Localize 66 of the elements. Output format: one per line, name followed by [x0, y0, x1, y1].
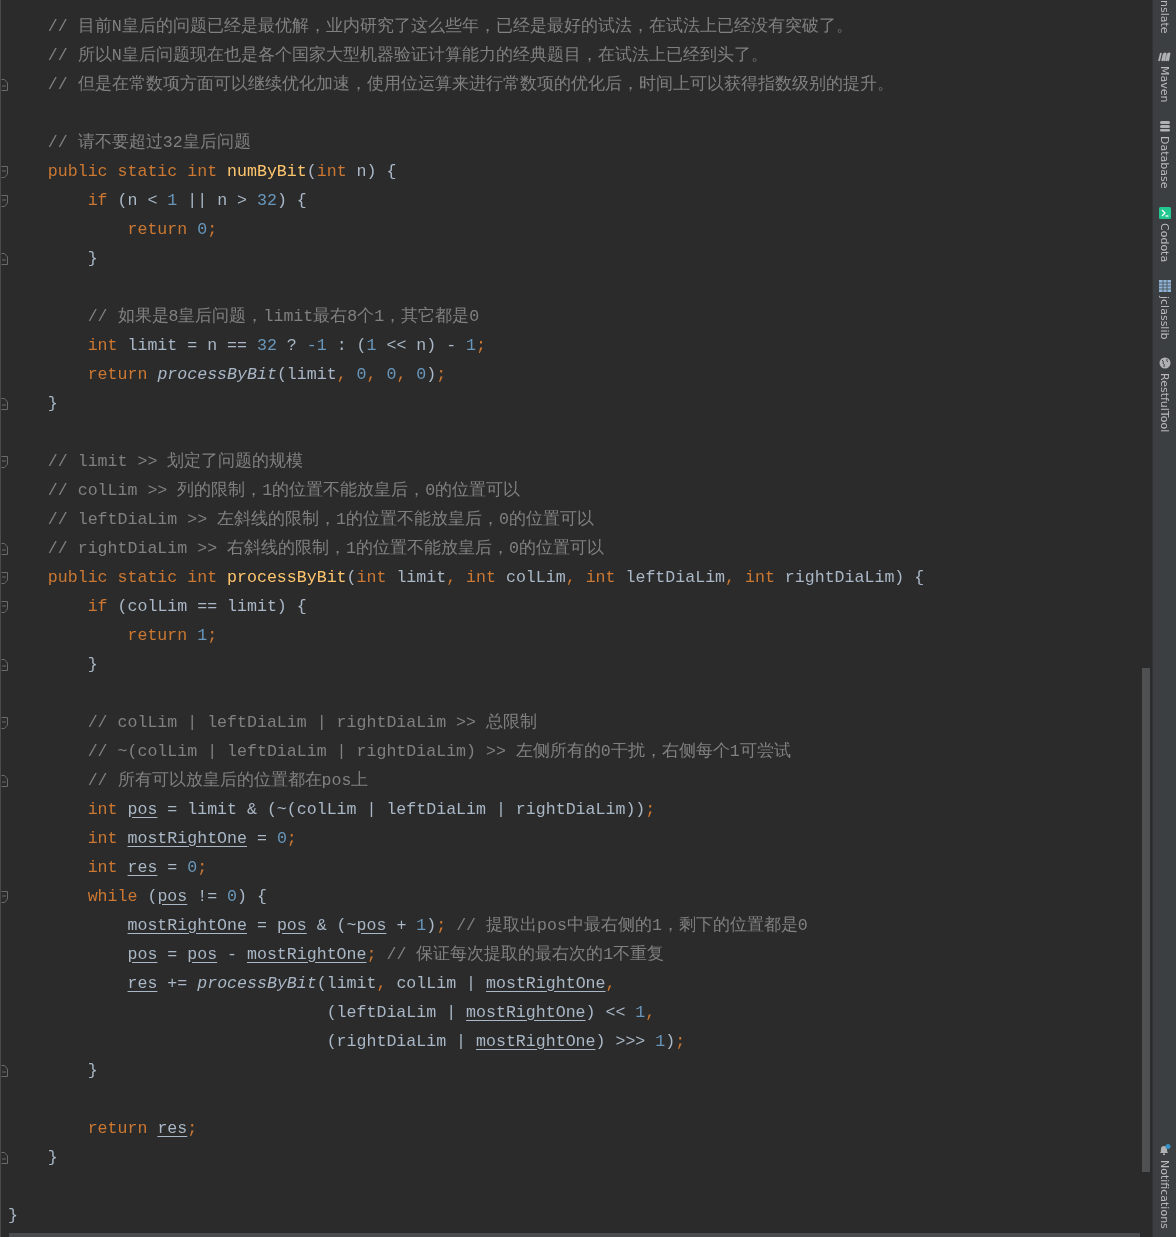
- fold-marker-icon[interactable]: [1, 397, 8, 410]
- code-line: // rightDiaLim >> 右斜线的限制，1的位置不能放皇后，0的位置可以: [46, 538, 604, 559]
- tool-window-tab[interactable]: Notifications: [1153, 1134, 1176, 1237]
- code-line: // 如果是8皇后问题，limit最右8个1，其它都是0: [86, 306, 480, 327]
- fold-marker-icon[interactable]: [1, 542, 8, 555]
- code-line: }: [86, 654, 98, 675]
- tool-window-tab[interactable]: Maven: [1153, 41, 1176, 111]
- fold-marker-icon[interactable]: [1, 252, 8, 265]
- code-line: pos = pos - mostRightOne; // 保证每次提取的最右次的1不重复: [126, 944, 665, 965]
- code-line: return 0;: [126, 219, 218, 240]
- database-icon: [1158, 120, 1171, 133]
- code-line: // 所以N皇后问题现在也是各个国家大型机器验证计算能力的经典题目，在试法上已经到头了。: [46, 45, 768, 66]
- code-line: (rightDiaLim | mostRightOne) >>> 1);: [325, 1031, 686, 1052]
- code-line: int limit = n == 32 ? -1 : (1 << n) - 1;: [86, 335, 487, 356]
- code-line: }: [46, 393, 58, 414]
- globe-icon: [1158, 357, 1171, 370]
- code-line: public static int processByBit(int limit, int colLim, int leftDiaLim, int rightDiaLim) {: [46, 567, 925, 588]
- code-line: mostRightOne = pos & (~pos + 1); // 提取出pos中最右侧的1，剩下的位置都是0: [126, 915, 808, 936]
- code-line: int res = 0;: [86, 857, 208, 878]
- code-line: int mostRightOne = 0;: [86, 828, 297, 849]
- tool-window-tab[interactable]: Codota: [1153, 196, 1176, 270]
- code-line: // 所有可以放皇后的位置都在pos上: [86, 770, 369, 791]
- code-line: int pos = limit & (~(colLim | leftDiaLim | rightDiaLim));: [86, 799, 656, 820]
- fold-marker-icon[interactable]: [1, 1064, 8, 1077]
- code-line: // leftDiaLim >> 左斜线的限制，1的位置不能放皇后，0的位置可以: [46, 509, 595, 530]
- code-line: // 目前N皇后的问题已经是最优解，业内研究了这么些年，已经是最好的试法，在试法上已经没有突破了。: [46, 16, 853, 37]
- code-line: if (n < 1 || n > 32) {: [86, 190, 307, 211]
- code-line: while (pos != 0) {: [86, 886, 267, 907]
- code-line: return processByBit(limit, 0, 0, 0);: [86, 364, 447, 385]
- grid-icon: [1158, 279, 1171, 292]
- code-line: return res;: [86, 1118, 198, 1139]
- code-line: // 请不要超过32皇后问题: [46, 132, 251, 153]
- fold-marker-icon[interactable]: [1, 78, 8, 91]
- code-line: }: [86, 1060, 98, 1081]
- code-line: }: [8, 1205, 18, 1226]
- code-line: res += processByBit(limit, colLim | mostRightOne,: [126, 973, 616, 994]
- m-letter-icon: [1157, 51, 1172, 62]
- fold-marker-icon[interactable]: [1, 1151, 8, 1164]
- code-line: public static int numByBit(int n) {: [46, 161, 397, 182]
- fold-marker-icon[interactable]: [1, 890, 8, 903]
- code-line: // 但是在常数项方面可以继续优化加速，使用位运算来进行常数项的优化后，时间上可以获得指数级别的提升。: [46, 74, 894, 95]
- fold-marker-icon[interactable]: [1, 571, 8, 584]
- bell-icon: [1158, 1144, 1171, 1157]
- horizontal-scrollbar[interactable]: [9, 1233, 1140, 1237]
- tool-window-tab[interactable]: jclasslib: [1153, 269, 1176, 348]
- code-line: return 1;: [126, 625, 218, 646]
- code-line: (leftDiaLim | mostRightOne) << 1,: [325, 1002, 656, 1023]
- tool-window-tab[interactable]: Database: [1153, 110, 1176, 197]
- code-line: // colLim >> 列的限制，1的位置不能放皇后，0的位置可以: [46, 480, 521, 501]
- fold-marker-icon[interactable]: [1, 165, 8, 178]
- terminal-icon: [1158, 206, 1171, 219]
- tool-window-tab[interactable]: RestfulTool: [1153, 347, 1176, 441]
- tool-window-tab[interactable]: nslate: [1153, 0, 1176, 42]
- code-line: // ~(colLim | leftDiaLim | rightDiaLim) >> 左侧所有的0干扰，右侧每个1可尝试: [86, 741, 791, 762]
- code-line: }: [46, 1147, 58, 1168]
- fold-marker-icon[interactable]: [1, 658, 8, 671]
- code-line: if (colLim == limit) {: [86, 596, 307, 617]
- fold-marker-icon[interactable]: [1, 716, 8, 729]
- fold-marker-icon[interactable]: [1, 774, 8, 787]
- code-line: // colLim | leftDiaLim | rightDiaLim >> 总限制: [86, 712, 537, 733]
- fold-marker-icon[interactable]: [1, 600, 8, 613]
- code-line: // limit >> 划定了问题的规模: [46, 451, 304, 472]
- fold-marker-icon[interactable]: [1, 455, 8, 468]
- fold-marker-icon[interactable]: [1, 194, 8, 207]
- code-line: }: [86, 248, 98, 269]
- scrollbar-thumb[interactable]: [1142, 668, 1150, 1172]
